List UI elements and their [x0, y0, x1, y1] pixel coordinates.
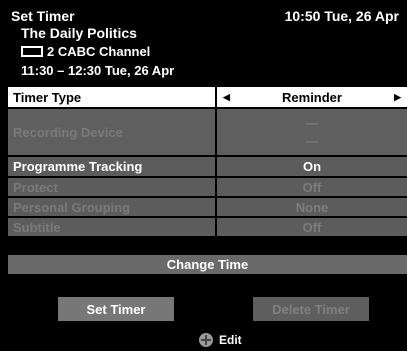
arrow-right-icon[interactable]: ▶ [394, 92, 401, 103]
screen-title: Set Timer [11, 8, 75, 24]
clock: 10:50 Tue, 26 Apr [284, 8, 399, 24]
programme-tracking-row[interactable]: Programme Tracking On [8, 157, 407, 176]
programme-tracking-value[interactable]: On [217, 157, 407, 176]
change-time-button[interactable]: Change Time [8, 255, 407, 274]
set-timer-screen: Set Timer 10:50 Tue, 26 Apr The Daily Po… [0, 0, 407, 351]
recording-device-row: Recording Device — — [8, 109, 407, 155]
programme-time: 11:30 – 12:30 Tue, 26 Apr [21, 63, 175, 78]
personal-grouping-label: Personal Grouping [8, 198, 215, 216]
subtitle-value: Off [217, 218, 407, 236]
timer-type-row[interactable]: Timer Type ◀ Reminder ▶ [8, 87, 407, 107]
channel-info: 2 CABC Channel [21, 44, 150, 59]
programme-tracking-label: Programme Tracking [8, 157, 215, 176]
personal-grouping-value: None [217, 198, 407, 216]
personal-grouping-row: Personal Grouping None [8, 198, 407, 216]
edit-hint: Edit [199, 333, 242, 347]
delete-timer-button: Delete Timer [253, 297, 369, 321]
timer-type-selector[interactable]: ◀ Reminder ▶ [217, 87, 407, 107]
timer-type-label: Timer Type [8, 87, 215, 107]
set-timer-button[interactable]: Set Timer [58, 297, 174, 321]
recording-device-label: Recording Device [8, 109, 215, 155]
channel-name: 2 CABC Channel [47, 44, 151, 59]
recording-device-value: — — [217, 109, 407, 155]
protect-row: Protect Off [8, 178, 407, 196]
edit-hint-label: Edit [219, 333, 242, 347]
timer-type-value: Reminder [282, 89, 342, 105]
protect-label: Protect [8, 178, 215, 196]
subtitle-row: Subtitle Off [8, 218, 407, 236]
arrow-left-icon[interactable]: ◀ [223, 92, 230, 103]
recording-device-value-line1: — [306, 116, 318, 130]
dpad-icon [199, 333, 213, 347]
channel-icon [21, 46, 43, 57]
recording-device-value-line2: — [306, 134, 318, 148]
programme-title: The Daily Politics [21, 25, 137, 41]
subtitle-label: Subtitle [8, 218, 215, 236]
protect-value: Off [217, 178, 407, 196]
